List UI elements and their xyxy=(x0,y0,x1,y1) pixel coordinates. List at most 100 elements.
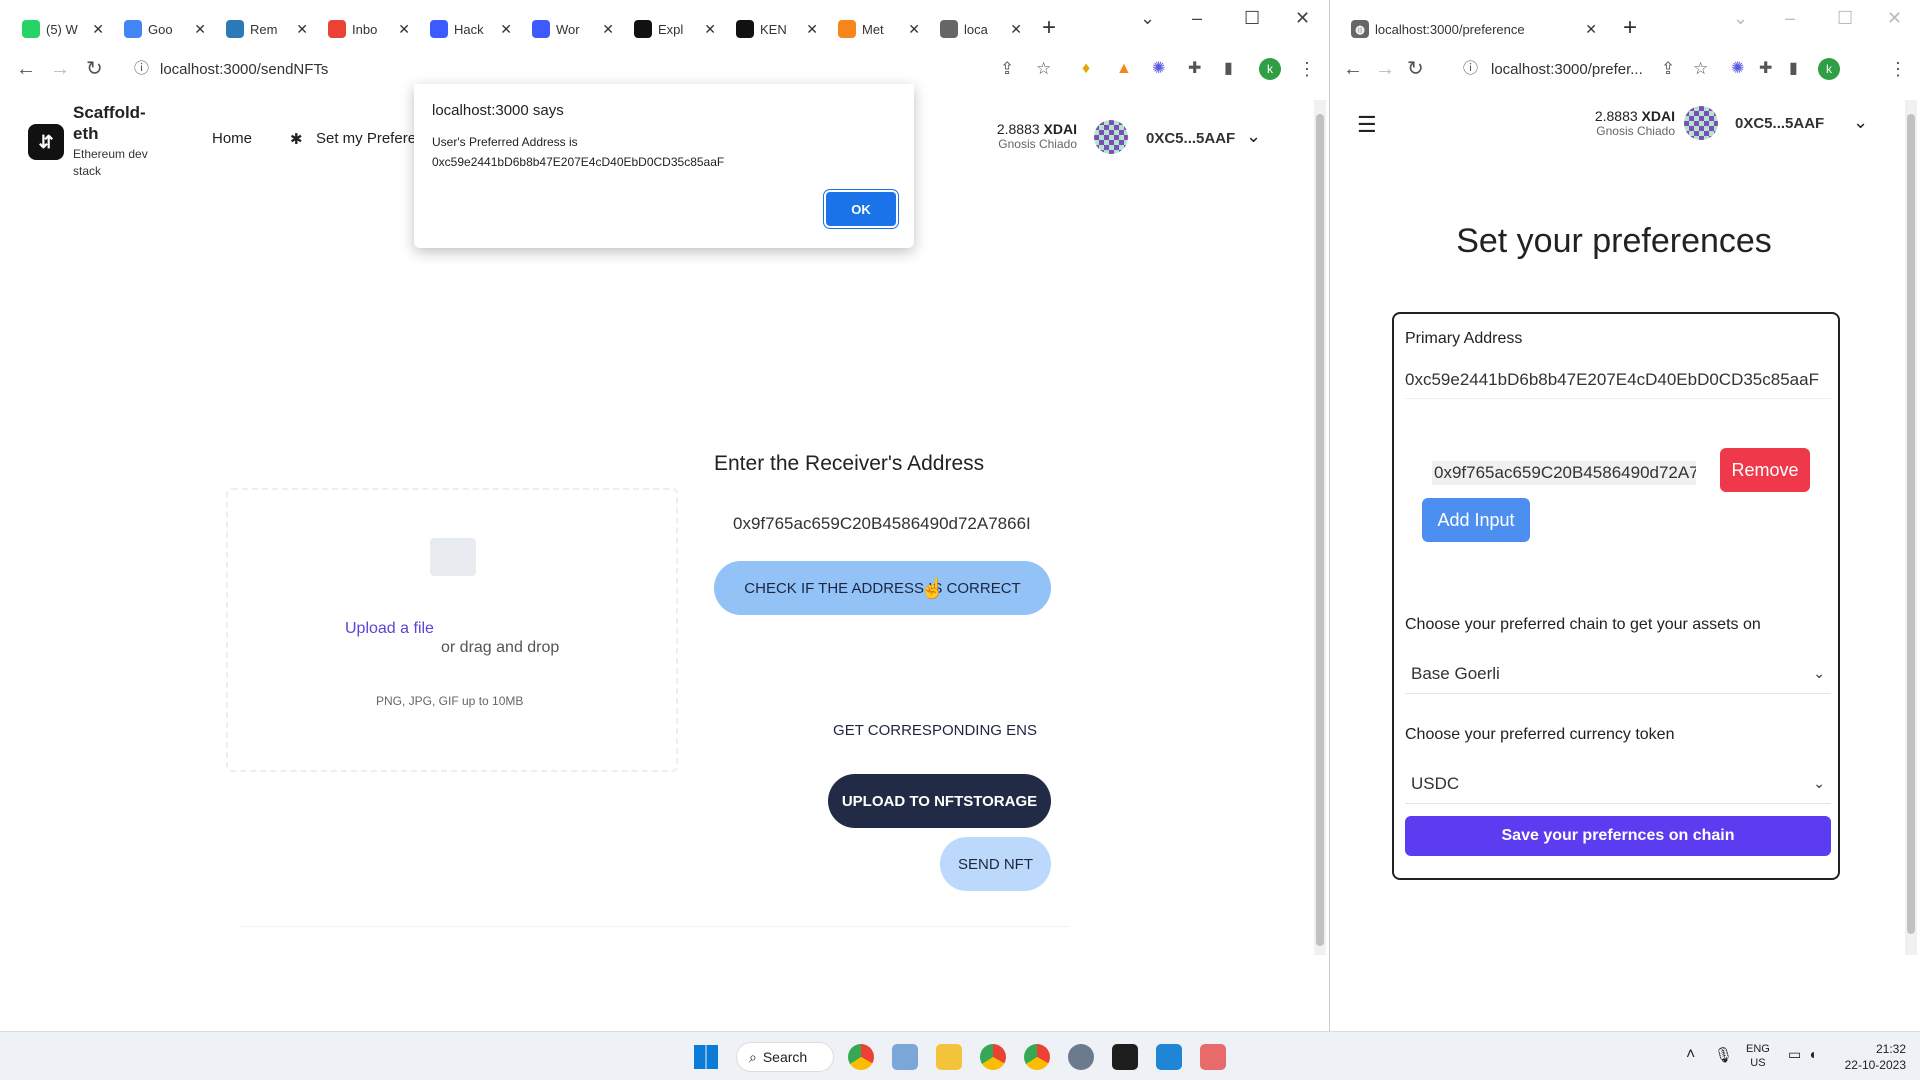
site-info-icon[interactable]: ⓘ xyxy=(134,59,149,79)
get-ens-button[interactable]: GET CORRESPONDING ENS xyxy=(826,710,1044,750)
maximize-button[interactable]: ☐ xyxy=(1244,8,1260,29)
minimize-button[interactable]: – xyxy=(1785,8,1795,29)
extension-key-icon[interactable]: ♦ xyxy=(1082,59,1090,79)
volume-icon[interactable]: ◖ xyxy=(1808,1046,1816,1062)
account-address[interactable]: 0XC5...5AAF xyxy=(1146,130,1235,147)
browser-menu-icon[interactable]: ⋮ xyxy=(1298,59,1316,79)
tab-4[interactable]: Hack ✕ xyxy=(422,10,520,48)
check-address-button[interactable]: CHECK IF THE ADDRESS IS CORRECT xyxy=(714,561,1051,615)
remove-button[interactable]: Remove xyxy=(1720,448,1810,492)
file-explorer-icon[interactable] xyxy=(936,1044,962,1070)
scaffold-logo[interactable]: ⇵ xyxy=(28,124,64,160)
close-tab-icon[interactable]: ✕ xyxy=(92,21,104,38)
new-tab-button[interactable]: + xyxy=(1623,14,1637,42)
back-button[interactable]: ← xyxy=(16,59,36,79)
tab-7[interactable]: KEN ✕ xyxy=(728,10,826,48)
forward-button[interactable]: → xyxy=(1375,59,1395,79)
tab-5[interactable]: Wor ✕ xyxy=(524,10,622,48)
tab-1[interactable]: Goo ✕ xyxy=(116,10,214,48)
metamask-extension-icon[interactable]: ▲ xyxy=(1116,59,1132,79)
windows-start-icon[interactable] xyxy=(694,1045,718,1069)
tab-2[interactable]: Rem ✕ xyxy=(218,10,316,48)
profile-avatar[interactable]: k xyxy=(1259,58,1281,80)
tab-6[interactable]: Expl ✕ xyxy=(626,10,724,48)
close-tab-icon[interactable]: ✕ xyxy=(602,21,614,38)
nav-set-preferences-link[interactable]: Set my Prefere xyxy=(316,130,416,147)
close-tab-icon[interactable]: ✕ xyxy=(194,21,206,38)
send-nft-button[interactable]: SEND NFT xyxy=(940,837,1051,891)
chrome-active-icon[interactable] xyxy=(1024,1044,1050,1070)
close-tab-icon[interactable]: ✕ xyxy=(1585,21,1597,38)
share-icon[interactable]: ⇪ xyxy=(1661,59,1675,79)
close-tab-icon[interactable]: ✕ xyxy=(500,21,512,38)
tab-search-icon[interactable]: ⌄ xyxy=(1140,8,1155,29)
extension-gear-icon[interactable]: ✺ xyxy=(1152,59,1165,79)
terminal-icon[interactable] xyxy=(1112,1044,1138,1070)
bookmark-star-icon[interactable]: ☆ xyxy=(1693,59,1708,79)
extensions-puzzle-icon[interactable]: ✚ xyxy=(1188,59,1201,79)
maximize-button[interactable]: ☐ xyxy=(1837,8,1853,29)
browser-menu-icon[interactable]: ⋮ xyxy=(1889,59,1907,79)
tab-search-icon[interactable]: ⌄ xyxy=(1733,8,1748,29)
account-chevron-down-icon[interactable]: ⌄ xyxy=(1853,112,1868,133)
hamburger-menu-icon[interactable]: ☰ xyxy=(1357,112,1377,138)
extensions-puzzle-icon[interactable]: ✚ xyxy=(1759,59,1772,79)
receiver-address-input[interactable]: 0x9f765ac659C20B4586490d72A7866I xyxy=(733,514,1033,534)
minimize-button[interactable]: – xyxy=(1192,8,1202,29)
upload-dropzone[interactable]: Upload a file or drag and drop PNG, JPG,… xyxy=(226,488,678,772)
nav-home-link[interactable]: Home xyxy=(212,130,252,147)
scrollbar[interactable] xyxy=(1314,100,1326,955)
chrome-icon[interactable] xyxy=(848,1044,874,1070)
side-panel-icon[interactable]: ▮ xyxy=(1224,59,1233,79)
add-input-button[interactable]: Add Input xyxy=(1422,498,1530,542)
close-tab-icon[interactable]: ✕ xyxy=(806,21,818,38)
close-window-button[interactable]: ✕ xyxy=(1887,8,1902,29)
tab-8[interactable]: Met ✕ xyxy=(830,10,928,48)
clock[interactable]: 21:32 22-10-2023 xyxy=(1844,1041,1906,1073)
side-panel-icon[interactable]: ▮ xyxy=(1789,59,1798,79)
close-tab-icon[interactable]: ✕ xyxy=(908,21,920,38)
settings-gear-icon[interactable] xyxy=(1068,1044,1094,1070)
tab-3[interactable]: Inbo ✕ xyxy=(320,10,418,48)
upload-file-link[interactable]: Upload a file xyxy=(345,620,434,638)
close-tab-icon[interactable]: ✕ xyxy=(296,21,308,38)
save-preferences-button[interactable]: Save your prefernces on chain xyxy=(1405,816,1831,856)
chain-select[interactable]: Base Goerli ⌄ xyxy=(1405,654,1831,694)
close-tab-icon[interactable]: ✕ xyxy=(704,21,716,38)
upload-nftstorage-button[interactable]: UPLOAD TO NFTSTORAGE xyxy=(828,774,1051,828)
bookmark-star-icon[interactable]: ☆ xyxy=(1036,59,1051,79)
profile-avatar[interactable]: k xyxy=(1818,58,1840,80)
snipping-tool-icon[interactable] xyxy=(1200,1044,1226,1070)
tab-preference[interactable]: ◍ localhost:3000/preference ✕ xyxy=(1343,10,1605,48)
tab-9[interactable]: loca ✕ xyxy=(932,10,1030,48)
dialog-ok-button[interactable]: OK xyxy=(826,192,896,226)
address-bar[interactable]: localhost:3000/prefer... xyxy=(1491,61,1643,78)
reload-button[interactable]: ↻ xyxy=(86,59,103,79)
network-icon[interactable]: ▭ xyxy=(1788,1046,1801,1063)
token-select[interactable]: USDC ⌄ xyxy=(1405,764,1831,804)
reload-button[interactable]: ↻ xyxy=(1407,59,1424,79)
back-button[interactable]: ← xyxy=(1343,59,1363,79)
secondary-address-input[interactable]: 0x9f765ac659C20B4586490d72A7 xyxy=(1432,461,1696,485)
close-tab-icon[interactable]: ✕ xyxy=(1010,21,1022,38)
share-icon[interactable]: ⇪ xyxy=(1000,59,1014,79)
language-indicator[interactable]: ENG US xyxy=(1746,1042,1770,1070)
account-chevron-down-icon[interactable]: ⌄ xyxy=(1246,126,1261,147)
site-info-icon[interactable]: ⓘ xyxy=(1463,59,1478,79)
new-tab-button[interactable]: + xyxy=(1042,14,1056,42)
scrollbar[interactable] xyxy=(1905,100,1917,955)
tab-0[interactable]: (5) W ✕ xyxy=(14,10,112,48)
microphone-icon[interactable]: 🎙 xyxy=(1714,1046,1733,1064)
close-window-button[interactable]: ✕ xyxy=(1295,8,1310,29)
address-bar[interactable]: localhost:3000/sendNFTs xyxy=(160,61,328,78)
extension-gear-icon[interactable]: ✺ xyxy=(1731,59,1744,79)
taskbar-search[interactable]: ⌕ Search xyxy=(736,1042,834,1072)
close-tab-icon[interactable]: ✕ xyxy=(398,21,410,38)
chrome-profile-icon[interactable] xyxy=(980,1044,1006,1070)
tray-chevron-up-icon[interactable]: ˄ xyxy=(1686,1046,1695,1064)
primary-address-input[interactable]: 0xc59e2441bD6b8b47E207E4cD40EbD0CD35c85a… xyxy=(1405,370,1831,399)
photos-icon[interactable] xyxy=(892,1044,918,1070)
forward-button[interactable]: → xyxy=(50,59,70,79)
vscode-icon[interactable] xyxy=(1156,1044,1182,1070)
account-address[interactable]: 0XC5...5AAF xyxy=(1735,115,1824,132)
